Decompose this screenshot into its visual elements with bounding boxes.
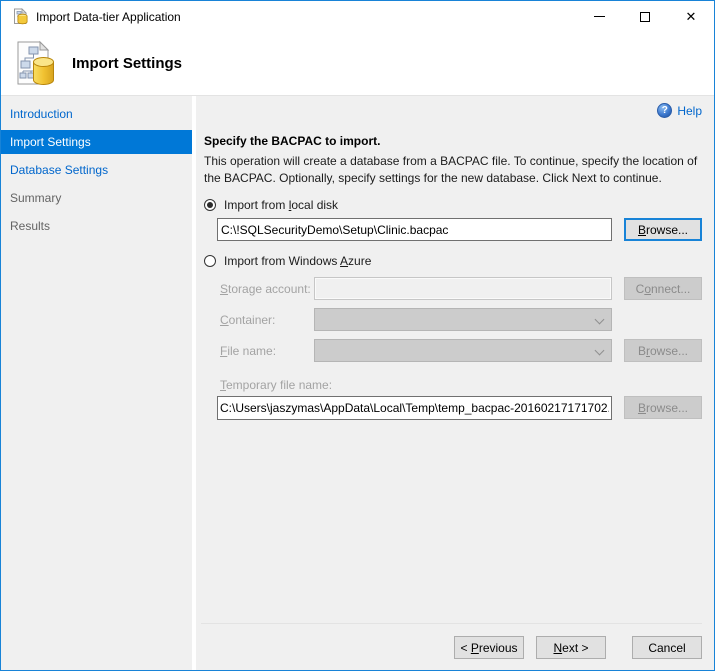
page-title: Import Settings <box>72 55 182 72</box>
temporary-file-row: Browse... <box>217 396 702 420</box>
file-name-label: File name: <box>220 344 314 358</box>
minimize-icon <box>594 16 605 17</box>
maximize-button[interactable] <box>622 1 668 32</box>
local-path-row: Browse... <box>217 218 702 241</box>
section-heading: Specify the BACPAC to import. <box>204 134 702 148</box>
storage-account-input <box>314 277 612 300</box>
title-bar: Import Data-tier Application ✕ <box>1 1 714 32</box>
radio-import-local-disk[interactable]: Import from local disk <box>204 198 702 212</box>
browse-temp-button: Browse... <box>624 396 702 419</box>
container-label: Container: <box>220 313 314 327</box>
chevron-down-icon <box>595 315 605 325</box>
radio-local-label: Import from local disk <box>224 198 338 212</box>
container-dropdown <box>314 308 612 331</box>
browse-local-button[interactable]: Browse... <box>624 218 702 241</box>
radio-import-windows-azure[interactable]: Import from Windows Azure <box>204 254 702 268</box>
minimize-button[interactable] <box>576 1 622 32</box>
help-icon[interactable]: ? <box>657 103 672 118</box>
section-description: This operation will create a database fr… <box>204 153 702 187</box>
app-icon <box>12 8 29 25</box>
close-icon: ✕ <box>686 10 697 23</box>
radio-unselected-icon <box>204 255 216 267</box>
window-title: Import Data-tier Application <box>36 10 576 24</box>
sidebar-item-introduction[interactable]: Introduction <box>1 102 192 126</box>
file-name-row: File name: Browse... <box>220 339 702 362</box>
data-tier-application-icon <box>11 40 59 88</box>
radio-selected-icon <box>204 199 216 211</box>
wizard-body: Introduction Import Settings Database Se… <box>1 96 714 670</box>
storage-account-label: Storage account: <box>220 282 314 296</box>
close-button[interactable]: ✕ <box>668 1 714 32</box>
browse-azure-file-button: Browse... <box>624 339 702 362</box>
container-row: Container: <box>220 308 702 331</box>
maximize-icon <box>640 12 650 22</box>
wizard-header: Import Settings <box>1 32 714 96</box>
sidebar-item-results: Results <box>1 214 192 238</box>
chevron-down-icon <box>595 346 605 356</box>
content-spacer <box>201 420 702 623</box>
previous-button[interactable]: < Previous <box>454 636 524 659</box>
sidebar-item-database-settings[interactable]: Database Settings <box>1 158 192 182</box>
wizard-footer: < Previous Next > Cancel <box>201 623 702 670</box>
sidebar-item-import-settings[interactable]: Import Settings <box>1 130 192 154</box>
temporary-file-name-label: Temporary file name: <box>220 378 702 392</box>
sidebar-item-summary: Summary <box>1 186 192 210</box>
import-settings-panel: ? Help Specify the BACPAC to import. Thi… <box>196 96 714 670</box>
connect-button: Connect... <box>624 277 702 300</box>
help-link[interactable]: Help <box>677 104 702 118</box>
bacpac-path-input[interactable] <box>217 218 612 241</box>
wizard-steps-sidebar: Introduction Import Settings Database Se… <box>1 96 192 670</box>
cancel-button[interactable]: Cancel <box>632 636 702 659</box>
file-name-dropdown <box>314 339 612 362</box>
import-dta-wizard-window: Import Data-tier Application ✕ Import Se… <box>0 0 715 671</box>
temporary-file-name-input[interactable] <box>217 396 612 420</box>
help-row: ? Help <box>201 103 702 118</box>
next-button[interactable]: Next > <box>536 636 606 659</box>
storage-account-row: Storage account: Connect... <box>220 277 702 300</box>
radio-azure-label: Import from Windows Azure <box>224 254 371 268</box>
